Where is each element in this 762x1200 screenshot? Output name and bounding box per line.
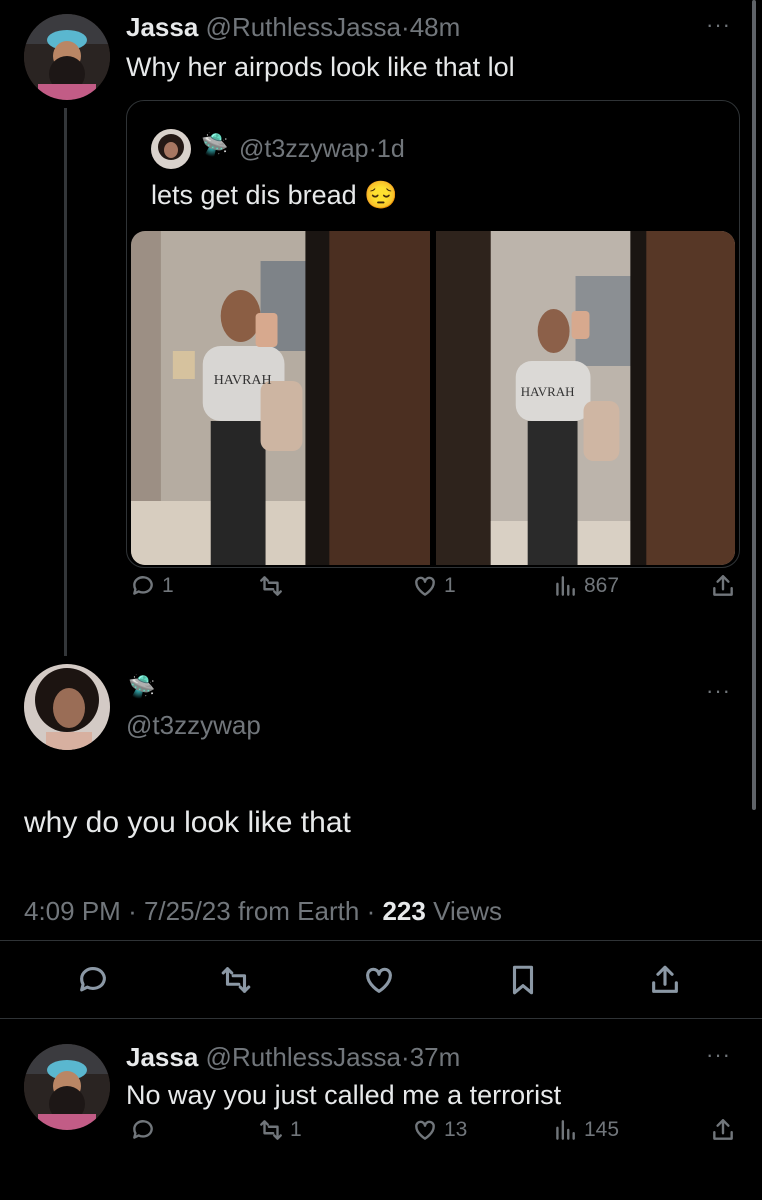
retweet-icon <box>221 967 251 993</box>
main-source: from Earth <box>237 896 360 926</box>
views-button[interactable]: 145 <box>552 1117 619 1143</box>
separator: · <box>368 135 377 163</box>
avatar-jassa-reply[interactable] <box>24 1044 110 1130</box>
reply-button[interactable] <box>76 963 110 997</box>
share-icon <box>652 965 678 993</box>
like-count: 1 <box>444 574 456 597</box>
author-name[interactable]: Jassa <box>126 1042 198 1072</box>
views-count: 867 <box>584 574 620 597</box>
retweet-button[interactable] <box>219 963 253 997</box>
retweet-icon <box>260 1120 282 1140</box>
views-button[interactable]: 867 <box>552 573 619 599</box>
views-icon <box>556 576 575 596</box>
main-date[interactable]: 7/25/23 <box>144 896 231 926</box>
quoted-tweet-card[interactable]: 🛸 @t3zzywap·1d lets get dis bread 😔 HAVR… <box>126 100 740 568</box>
main-actions <box>76 958 706 1002</box>
tweet1-text: Why her airpods look like that lol <box>126 52 515 82</box>
main-tweet-text: why do you look like that <box>24 806 351 839</box>
quote-avatar[interactable] <box>151 129 191 169</box>
quote-photo-2[interactable]: HAVRAH <box>436 231 735 565</box>
separator: · <box>401 12 410 42</box>
quote-handle[interactable]: @t3zzywap <box>239 135 369 163</box>
retweet-button[interactable] <box>258 573 284 599</box>
retweet-icon <box>260 576 282 596</box>
share-button[interactable] <box>648 963 682 997</box>
reply-button[interactable]: 1 <box>130 573 174 599</box>
main-views-count: 223 <box>382 896 426 926</box>
share-button[interactable] <box>710 1117 736 1143</box>
reply-icon <box>80 967 106 992</box>
thread-line <box>64 108 67 656</box>
photo-2-caption: HAVRAH <box>521 384 575 399</box>
views-count: 145 <box>584 1118 620 1141</box>
like-button[interactable]: 13 <box>412 1117 467 1143</box>
timestamp[interactable]: 37m <box>410 1042 461 1072</box>
timestamp[interactable]: 48m <box>410 12 461 42</box>
reply-header: Jassa @RuthlessJassa·37m <box>126 1042 460 1073</box>
quote-text: lets get dis bread 😔 <box>151 179 398 211</box>
ufo-icon: 🛸 <box>128 674 156 699</box>
quote-media: HAVRAH HAVRAH <box>131 231 735 565</box>
separator: · <box>128 896 137 926</box>
main-divider-bottom <box>0 1018 762 1019</box>
share-button[interactable] <box>710 573 736 599</box>
quote-text-body: lets get dis bread <box>151 180 357 210</box>
reply-icon <box>133 1120 153 1139</box>
more-options-icon[interactable]: ··· <box>706 1044 731 1066</box>
more-options-icon[interactable]: ··· <box>706 680 731 702</box>
author-handle[interactable]: @RuthlessJassa <box>206 1042 401 1072</box>
quote-header: @t3zzywap·1d <box>239 135 405 164</box>
main-handle[interactable]: @t3zzywap <box>126 710 261 741</box>
heart-icon <box>415 576 435 596</box>
reply-button[interactable] <box>130 1117 156 1143</box>
share-icon <box>713 1119 733 1140</box>
share-icon <box>713 575 733 596</box>
heart-icon <box>366 967 392 993</box>
main-meta: 4:09 PM · 7/25/23 from Earth · 223 Views <box>24 896 502 927</box>
views-icon <box>556 1120 575 1140</box>
like-button[interactable]: 1 <box>412 573 456 599</box>
photo-1-caption: HAVRAH <box>214 373 272 388</box>
bookmark-button[interactable] <box>506 963 540 997</box>
more-options-icon[interactable]: ··· <box>706 14 731 36</box>
reply-text: No way you just called me a terrorist <box>126 1080 562 1110</box>
avatar-t3zzywap[interactable] <box>24 664 110 750</box>
quote-timestamp[interactable]: 1d <box>377 135 405 163</box>
reply-icon <box>133 576 153 595</box>
author-handle[interactable]: @RuthlessJassa <box>206 12 401 42</box>
heart-icon <box>415 1120 435 1140</box>
author-name[interactable]: Jassa <box>126 12 198 42</box>
quote-photo-1[interactable]: HAVRAH <box>131 231 430 565</box>
retweet-count: 1 <box>290 1118 302 1141</box>
ufo-icon: 🛸 <box>201 132 229 157</box>
retweet-button[interactable]: 1 <box>258 1117 302 1143</box>
separator: · <box>366 896 376 926</box>
bookmark-icon <box>512 965 534 995</box>
reply-count: 1 <box>162 574 174 597</box>
pensive-emoji: 😔 <box>364 180 398 210</box>
scrollbar[interactable] <box>752 0 756 810</box>
main-time[interactable]: 4:09 PM <box>24 896 121 926</box>
tweet1-header: Jassa @RuthlessJassa·48m <box>126 12 460 43</box>
avatar-jassa[interactable] <box>24 14 110 100</box>
main-divider-top <box>0 940 762 941</box>
like-button[interactable] <box>362 963 396 997</box>
separator: · <box>401 1042 410 1072</box>
like-count: 13 <box>444 1118 468 1141</box>
main-views-label: Views <box>433 896 502 926</box>
